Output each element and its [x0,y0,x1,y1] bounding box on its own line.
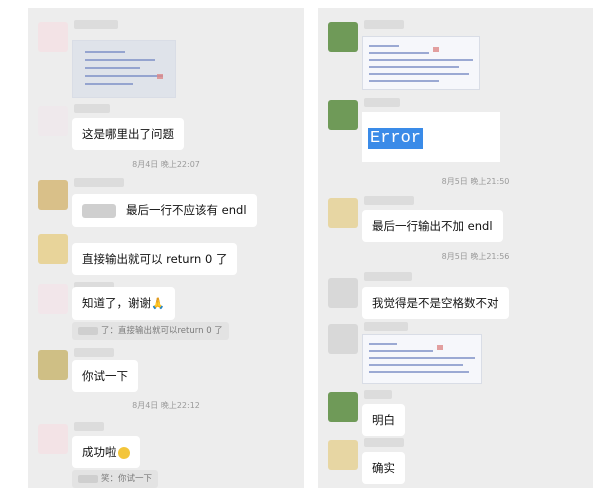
timestamp: 8月5日 晚上21:50 [441,177,510,186]
sender-name [364,322,408,331]
quoted-message[interactable]: 了：直接输出就可以return 0 了 [72,322,229,340]
timestamp: 8月4日 晚上22:07 [132,160,200,169]
avatar[interactable] [328,392,358,422]
avatar[interactable] [38,234,68,264]
message-bubble: 这是哪里出了问题 [72,118,184,150]
sender-name [74,178,124,187]
avatar[interactable] [38,22,68,52]
avatar[interactable] [328,278,358,308]
message-bubble: 我觉得是不是空格数不对 [362,287,509,319]
sender-name [364,438,404,447]
avatar[interactable] [38,180,68,210]
sender-name [364,196,414,205]
avatar[interactable] [328,198,358,228]
error-label: Error [368,128,424,149]
smile-icon [117,446,130,459]
sender-name [74,348,114,357]
chat-panel-left: 这是哪里出了问题 8月4日 晚上22:07 最后一行不应该有 endl 直接输出… [28,8,304,488]
code-screenshot-image[interactable] [362,36,480,90]
avatar[interactable] [328,100,358,130]
folded-hands-icon: 🙏 [151,297,165,310]
sender-name [364,98,400,107]
message-bubble: 确实 [362,452,405,484]
avatar[interactable] [328,22,358,52]
message-bubble: 最后一行输出不加 endl [362,210,503,242]
mention-redacted [82,203,116,218]
sender-name [74,20,118,29]
code-screenshot-image[interactable] [362,334,482,384]
sender-name [364,390,392,399]
avatar[interactable] [38,424,68,454]
message-bubble: 成功啦 [72,436,140,468]
timestamp: 8月4日 晚上22:12 [132,401,200,410]
avatar[interactable] [38,284,68,314]
message-bubble: 知道了，谢谢🙏 [72,287,175,320]
avatar[interactable] [38,350,68,380]
avatar[interactable] [328,324,358,354]
error-image[interactable]: Error [362,112,500,162]
message-bubble: 直接输出就可以 return 0 了 [72,243,238,275]
timestamp: 8月5日 晚上21:56 [441,252,510,261]
chat-panel-right: Error 8月5日 晚上21:50 最后一行输出不加 endl 8月5日 晚上… [318,8,593,488]
sender-name [364,272,412,281]
sender-name [364,20,404,29]
code-screenshot-image[interactable] [72,40,176,98]
sender-name [74,104,110,113]
message-bubble: 明白 [362,404,405,436]
message-bubble: 你试一下 [72,360,138,392]
avatar[interactable] [38,106,68,136]
avatar[interactable] [328,440,358,470]
message-bubble: 最后一行不应该有 endl [72,194,257,227]
sender-name [74,422,104,431]
quoted-message[interactable]: 笑：你试一下 [72,470,159,488]
